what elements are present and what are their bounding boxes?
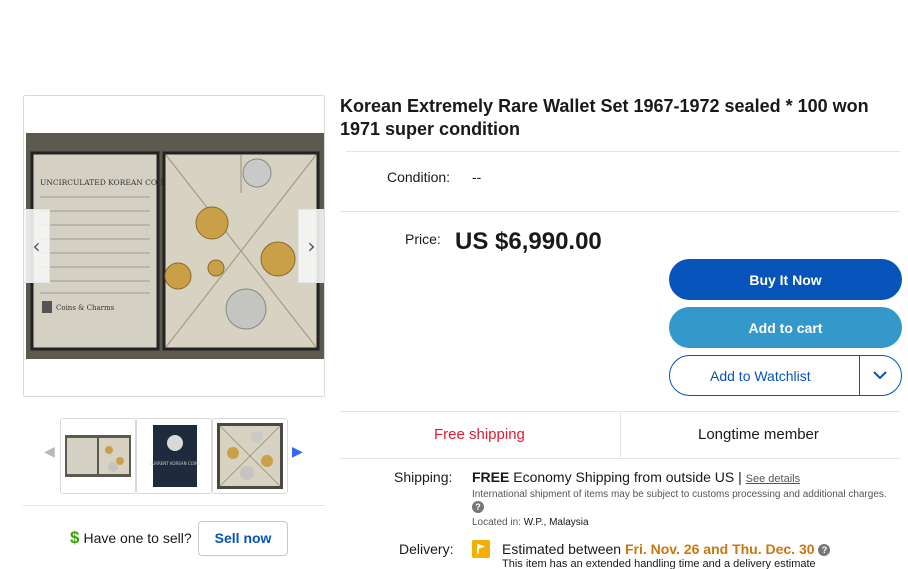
- item-location: Located in: W.P., Malaysia: [472, 517, 589, 528]
- thumbnail-2-caption: CURRENT KOREAN COINS: [149, 461, 200, 466]
- item-title-line2: 1971 super condition: [340, 119, 521, 139]
- free-shipping-badge: Free shipping: [434, 426, 525, 443]
- badge-separator: [620, 412, 621, 458]
- sell-now-button[interactable]: Sell now: [197, 520, 289, 556]
- chevron-right-icon: ›: [307, 234, 316, 258]
- item-title: Korean Extremely Rare Wallet Set 1967-19…: [340, 95, 900, 141]
- thumbnail-1-image: [65, 435, 131, 477]
- shipping-label: Shipping:: [394, 469, 453, 485]
- next-image-button[interactable]: ›: [298, 209, 324, 283]
- prev-image-button[interactable]: ‹: [24, 209, 50, 283]
- price-label: Price:: [405, 231, 441, 247]
- shipping-info: FREE Economy Shipping from outside US | …: [472, 469, 800, 485]
- delivery-estimate: Estimated between Fri. Nov. 26 and Thu. …: [502, 541, 831, 557]
- photo-heading: UNCIRCULATED KOREAN COINS: [40, 178, 172, 187]
- thumbnail-3[interactable]: [212, 418, 288, 494]
- delivery-prefix: Estimated between: [502, 541, 622, 557]
- watchlist-separator: [859, 356, 860, 395]
- thumbnail-3-image: [217, 423, 283, 489]
- located-label: Located in:: [472, 517, 521, 528]
- dollar-icon: $: [70, 528, 80, 547]
- sell-question: Have one to sell?: [83, 530, 192, 546]
- add-to-watchlist-button[interactable]: Add to Watchlist: [669, 355, 902, 396]
- chevron-left-icon: ‹: [32, 234, 41, 258]
- flag-icon: [472, 540, 490, 558]
- shipping-note: International shipment of items may be s…: [472, 488, 892, 514]
- see-details-link[interactable]: See details: [746, 473, 800, 485]
- sell-one-row: $ Have one to sell? Sell now: [70, 520, 289, 556]
- shipping-free: FREE: [472, 469, 510, 485]
- divider: [340, 458, 900, 459]
- located-value: W.P., Malaysia: [523, 517, 589, 528]
- divider: [23, 505, 325, 506]
- thumbnail-strip: ◀ CURRENT KOREAN COINS ▶: [40, 418, 310, 494]
- thumb-next-icon[interactable]: ▶: [292, 444, 303, 460]
- badge-row: Free shipping Longtime member: [340, 412, 900, 458]
- main-image-viewer[interactable]: UNCIRCULATED KOREAN COINS Coins & Charms…: [23, 95, 325, 397]
- help-icon[interactable]: ?: [818, 544, 831, 557]
- divider: [346, 151, 900, 152]
- divider: [340, 211, 900, 212]
- product-photo[interactable]: UNCIRCULATED KOREAN COINS Coins & Charms: [26, 133, 324, 359]
- condition-value: --: [472, 169, 482, 185]
- thumbnail-1[interactable]: [60, 418, 136, 494]
- thumbnail-2-image: CURRENT KOREAN COINS: [149, 425, 201, 487]
- delivery-dates: Fri. Nov. 26 and Thu. Dec. 30: [624, 541, 815, 557]
- photo-brand: Coins & Charms: [56, 304, 115, 312]
- price-value: US $6,990.00: [455, 228, 602, 255]
- add-to-watchlist-label: Add to Watchlist: [710, 367, 811, 384]
- shipping-note-text: International shipment of items may be s…: [472, 489, 887, 500]
- delivery-note: This item has an extended handling time …: [502, 558, 816, 569]
- thumbnail-2[interactable]: CURRENT KOREAN COINS: [136, 418, 212, 494]
- item-title-line1: Korean Extremely Rare Wallet Set 1967-19…: [340, 96, 869, 116]
- help-icon[interactable]: ?: [472, 501, 484, 514]
- chevron-down-icon[interactable]: [870, 365, 890, 385]
- condition-label: Condition:: [387, 169, 451, 185]
- add-to-cart-button[interactable]: Add to cart: [669, 307, 902, 348]
- thumb-prev-icon[interactable]: ◀: [44, 444, 55, 460]
- longtime-member-badge: Longtime member: [698, 426, 819, 443]
- buy-it-now-button[interactable]: Buy It Now: [669, 259, 902, 300]
- shipping-method: Economy Shipping from outside US |: [513, 469, 742, 485]
- delivery-label: Delivery:: [399, 541, 454, 557]
